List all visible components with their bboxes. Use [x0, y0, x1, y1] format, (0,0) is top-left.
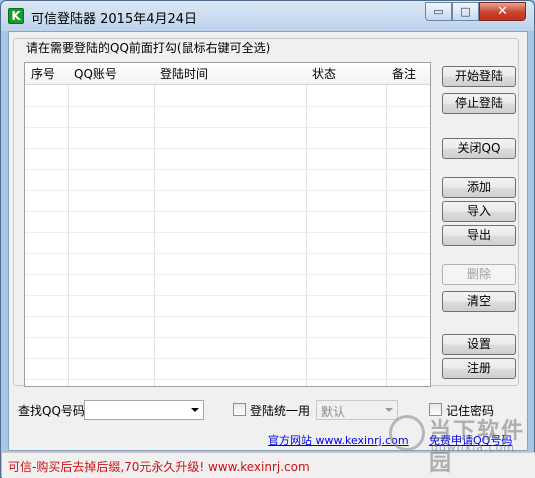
settings-button[interactable]: 设置 [442, 334, 516, 355]
delete-button[interactable]: 删除 [442, 264, 516, 285]
title-bar[interactable]: K 可信登陆器 2015年4月24日 ▭ □ ✕ [1, 1, 534, 31]
remember-password-checkbox[interactable] [429, 403, 442, 416]
maximize-button[interactable]: □ [452, 2, 479, 21]
register-button[interactable]: 注册 [442, 358, 516, 379]
unified-login-label: 登陆统一用 [250, 404, 311, 418]
column-header-status[interactable]: 状态 [306, 63, 336, 85]
qq-list-group: 请在需要登陆的QQ前面打勾(鼠标右键可全选) 序号 QQ账号 登陆时间 状态 备… [13, 38, 519, 387]
maximize-icon: □ [460, 5, 471, 18]
app-icon: K [8, 8, 24, 24]
minimize-icon: ▭ [433, 5, 444, 18]
chevron-down-icon[interactable] [385, 408, 393, 412]
close-qq-button[interactable]: 关闭QQ [442, 138, 516, 159]
add-button[interactable]: 添加 [442, 177, 516, 198]
search-qq-combo[interactable] [84, 400, 204, 420]
unified-login-value: 默认 [321, 405, 346, 419]
table-header: 序号 QQ账号 登陆时间 状态 备注 [25, 63, 430, 85]
clear-button[interactable]: 清空 [442, 291, 516, 312]
window-title: 可信登陆器 2015年4月24日 [31, 12, 198, 27]
status-bar: 可信-购买后去掉后缀,70元永久升级! www.kexinrj.com [2, 452, 535, 478]
minimize-button[interactable]: ▭ [425, 2, 452, 21]
start-login-button[interactable]: 开始登陆 [442, 66, 516, 87]
column-header-qq-account[interactable]: QQ账号 [68, 63, 117, 85]
group-title: 请在需要登陆的QQ前面打勾(鼠标右键可全选) [24, 39, 273, 56]
official-site-link[interactable]: 官方网站 www.kexinrj.com [268, 432, 409, 448]
remember-password-label: 记住密码 [446, 404, 495, 418]
unified-login-checkbox[interactable] [233, 403, 246, 416]
export-button[interactable]: 导出 [442, 225, 516, 246]
column-header-note[interactable]: 备注 [386, 63, 416, 85]
column-header-index[interactable]: 序号 [25, 63, 55, 85]
close-icon: ✕ [497, 4, 508, 19]
search-qq-label: 查找QQ号码 [18, 404, 85, 418]
close-button[interactable]: ✕ [479, 2, 526, 21]
unified-login-combo[interactable]: 默认 [316, 400, 398, 420]
status-text: 可信-购买后去掉后缀,70元永久升级! www.kexinrj.com [8, 460, 310, 474]
chevron-down-icon[interactable] [191, 408, 199, 412]
client-area: 请在需要登陆的QQ前面打勾(鼠标右键可全选) 序号 QQ账号 登陆时间 状态 备… [8, 31, 528, 451]
main-window: K 可信登陆器 2015年4月24日 ▭ □ ✕ 请在需要登陆的QQ前面打勾(鼠… [0, 0, 535, 478]
import-button[interactable]: 导入 [442, 201, 516, 222]
stop-login-button[interactable]: 停止登陆 [442, 93, 516, 114]
column-header-login-time[interactable]: 登陆时间 [154, 63, 208, 85]
qq-account-table[interactable]: 序号 QQ账号 登陆时间 状态 备注 [24, 62, 431, 387]
free-apply-qq-link[interactable]: 免费申请QQ号码 [429, 432, 512, 448]
